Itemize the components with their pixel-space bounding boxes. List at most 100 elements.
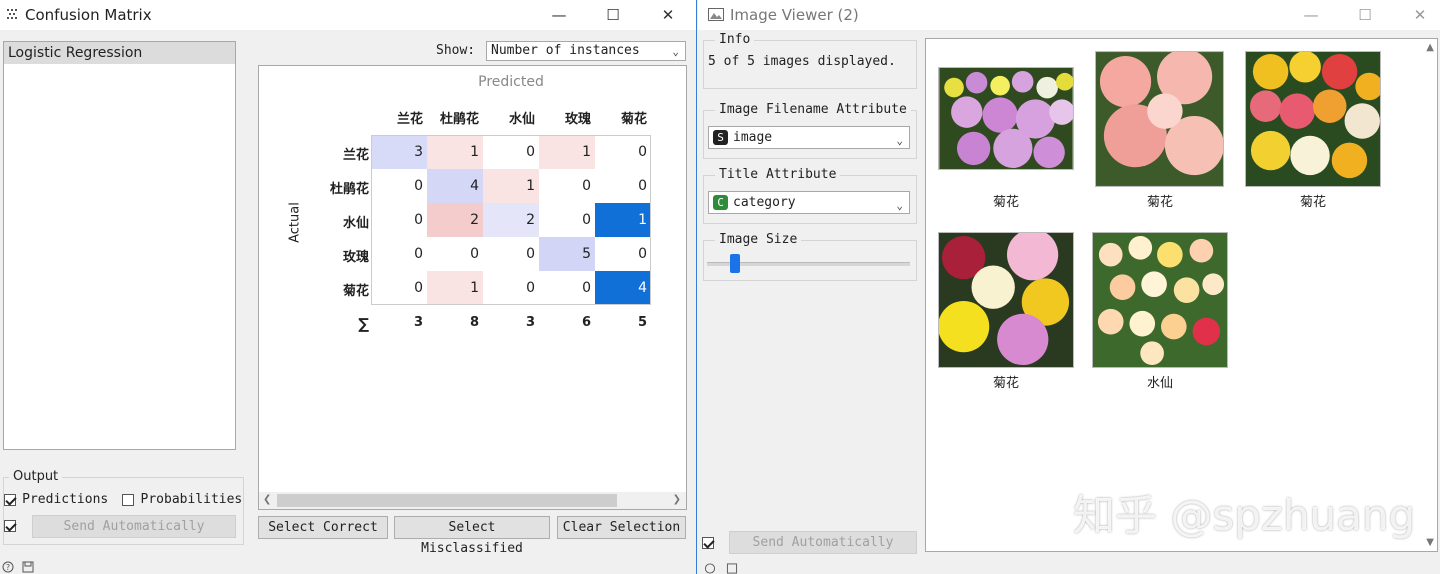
matrix-cell[interactable]: 0 xyxy=(539,203,595,237)
chevron-down-icon: ⌄ xyxy=(896,134,903,147)
row-header: 兰花 xyxy=(342,148,369,163)
maximize-icon[interactable]: ☐ xyxy=(1352,3,1378,27)
minimize-icon[interactable]: — xyxy=(1298,3,1324,27)
horizontal-scrollbar[interactable]: ❮ ❯ xyxy=(259,492,686,509)
row-header: 菊花 xyxy=(342,284,369,299)
matrix-cell[interactable]: 0 xyxy=(483,237,539,271)
output-options: Predictions Probabilities xyxy=(4,492,242,507)
image-caption: 菊花 xyxy=(992,195,1019,210)
matrix-cell[interactable]: 0 xyxy=(595,169,651,203)
categorical-type-icon: C xyxy=(713,195,728,210)
matrix-cell[interactable]: 0 xyxy=(539,169,595,203)
image-caption: 水仙 xyxy=(1146,376,1173,391)
matrix-cell[interactable]: 0 xyxy=(371,203,427,237)
image-size-slider-handle[interactable] xyxy=(730,254,741,273)
matrix-cell[interactable]: 1 xyxy=(595,203,651,237)
classifier-item[interactable]: Logistic Regression xyxy=(4,42,235,64)
image-size-title: Image Size xyxy=(715,232,802,247)
filename-attr-title: Image Filename Attribute xyxy=(715,102,911,117)
clear-selection-button[interactable]: Clear Selection xyxy=(557,516,686,539)
column-sum: 3 xyxy=(525,315,535,330)
select-correct-button[interactable]: Select Correct xyxy=(258,516,388,539)
widget-grid-icon xyxy=(7,9,17,19)
minimize-icon[interactable]: — xyxy=(546,3,572,27)
info-title: Info xyxy=(715,32,755,47)
matrix-cell[interactable]: 4 xyxy=(595,271,651,305)
help-icon[interactable]: ? xyxy=(2,561,14,573)
string-type-icon: S xyxy=(713,130,728,145)
scroll-up-icon[interactable]: ▲ xyxy=(1426,42,1434,53)
column-header: 菊花 xyxy=(620,112,647,127)
show-select[interactable]: Number of instances ⌄ xyxy=(486,41,686,61)
scrollbar-thumb[interactable] xyxy=(277,494,617,507)
image-thumbnail[interactable] xyxy=(938,67,1074,170)
title-attr-select[interactable]: Ccategory ⌄ xyxy=(708,191,910,214)
column-header: 杜鹃花 xyxy=(439,112,479,127)
confusion-matrix: Predicted Actual 兰花 兰花 杜鹃花 杜鹃花 水仙 水仙 玫瑰 玫瑰 菊花 菊花 3 1 0… xyxy=(258,65,687,510)
image-caption: 菊花 xyxy=(1299,195,1326,210)
classifier-list[interactable]: Logistic Regression xyxy=(3,41,236,450)
column-header: 玫瑰 xyxy=(564,112,591,127)
matrix-cell[interactable]: 5 xyxy=(539,237,595,271)
predictions-checkbox[interactable] xyxy=(4,493,16,506)
help-icon[interactable] xyxy=(704,563,716,574)
sum-symbol: ∑ xyxy=(358,315,369,333)
column-sum: 3 xyxy=(413,315,423,330)
column-sum: 8 xyxy=(469,315,479,330)
window-title: Image Viewer (2) xyxy=(730,6,859,24)
save-icon[interactable] xyxy=(22,561,34,573)
matrix-cell[interactable]: 1 xyxy=(427,135,483,169)
matrix-cell[interactable]: 0 xyxy=(595,135,651,169)
column-sum: 6 xyxy=(581,315,591,330)
image-caption: 菊花 xyxy=(992,376,1019,391)
image-thumbnail[interactable] xyxy=(938,232,1074,368)
matrix-cell[interactable]: 0 xyxy=(371,237,427,271)
send-automatically-button[interactable]: Send Automatically xyxy=(729,531,917,554)
close-icon[interactable]: ✕ xyxy=(1407,3,1433,27)
matrix-cell[interactable]: 1 xyxy=(483,169,539,203)
column-sum: 5 xyxy=(637,315,647,330)
title-attr-title: Title Attribute xyxy=(715,167,841,182)
probabilities-checkbox[interactable] xyxy=(122,493,135,506)
matrix-cell[interactable]: 0 xyxy=(427,237,483,271)
select-misclassified-button[interactable]: Select Misclassified xyxy=(394,516,550,556)
matrix-cell[interactable]: 0 xyxy=(483,271,539,305)
matrix-cell[interactable]: 1 xyxy=(539,135,595,169)
scroll-right-icon[interactable]: ❯ xyxy=(673,494,681,505)
info-text: 5 of 5 images displayed. xyxy=(708,54,896,69)
output-title: Output xyxy=(9,469,63,484)
image-thumbnail[interactable] xyxy=(1245,51,1381,187)
watermark: 知乎 @spzhuang xyxy=(1073,491,1416,540)
svg-text:?: ? xyxy=(6,563,10,572)
matrix-cell[interactable]: 0 xyxy=(371,169,427,203)
save-icon[interactable] xyxy=(726,563,738,574)
maximize-icon[interactable]: ☐ xyxy=(600,3,626,27)
image-thumbnail[interactable] xyxy=(1092,232,1228,368)
window-title: Confusion Matrix xyxy=(25,6,152,24)
filename-attr-select[interactable]: Simage ⌄ xyxy=(708,126,910,149)
close-icon[interactable]: ✕ xyxy=(655,3,681,27)
matrix-cell[interactable]: 0 xyxy=(595,237,651,271)
auto-send-checkbox[interactable] xyxy=(4,520,16,532)
scroll-down-icon[interactable]: ▼ xyxy=(1426,537,1434,548)
matrix-cell[interactable]: 2 xyxy=(427,203,483,237)
image-caption: 菊花 xyxy=(1146,195,1173,210)
matrix-cell[interactable]: 0 xyxy=(539,271,595,305)
scroll-left-icon[interactable]: ❮ xyxy=(263,494,271,505)
confusion-matrix-window: Confusion Matrix — ☐ ✕ Logistic Regressi… xyxy=(0,0,697,574)
matrix-cell[interactable]: 2 xyxy=(483,203,539,237)
chrysanthemum-photo-icon xyxy=(939,233,1073,367)
matrix-cell[interactable]: 3 xyxy=(371,135,427,169)
matrix-cell[interactable]: 1 xyxy=(427,271,483,305)
chrysanthemum-photo-icon xyxy=(1096,52,1223,186)
matrix-cell[interactable]: 0 xyxy=(483,135,539,169)
column-header: 水仙 xyxy=(508,112,535,127)
matrix-cell[interactable]: 4 xyxy=(427,169,483,203)
send-automatically-button[interactable]: Send Automatically xyxy=(32,515,236,538)
probabilities-label: Probabilities xyxy=(140,492,243,507)
chevron-down-icon: ⌄ xyxy=(896,199,903,212)
matrix-cell[interactable]: 0 xyxy=(371,271,427,305)
image-thumbnail[interactable] xyxy=(1095,51,1224,187)
auto-send-checkbox[interactable] xyxy=(702,537,714,549)
title-bar: Confusion Matrix — ☐ ✕ xyxy=(0,0,696,30)
